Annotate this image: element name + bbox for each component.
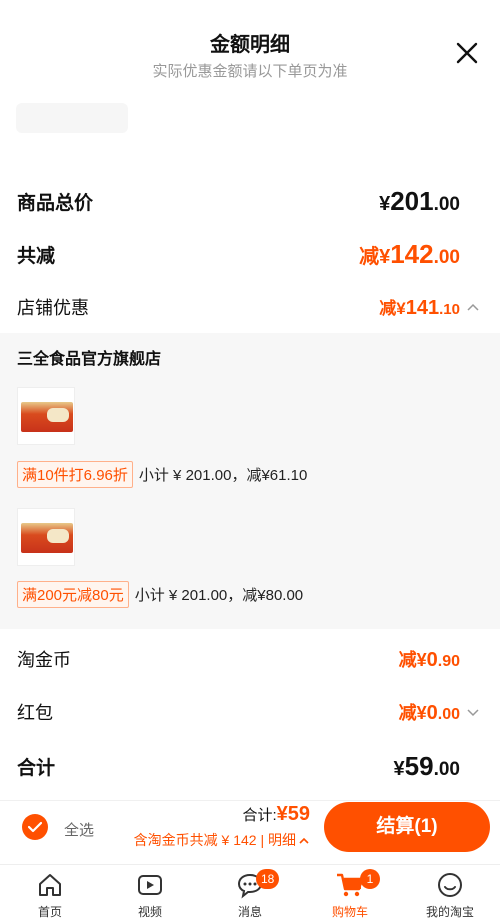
check-icon	[28, 821, 42, 833]
redpacket-value: 减¥0.00	[398, 702, 460, 724]
shop-discount-value: 减¥141.10	[379, 297, 460, 319]
tab-label: 购物车	[331, 905, 368, 919]
tab-video[interactable]: 视频	[100, 865, 200, 923]
message-badge: 18	[256, 869, 280, 889]
redpacket-label: 红包	[17, 703, 53, 723]
total-discount-row: 共减 减¥142.00	[0, 234, 500, 274]
goods-total-value: ¥201.00	[379, 185, 460, 216]
promo-line: 满10件打6.96折 小计 ¥ 201.00，减¥61.10	[17, 461, 307, 488]
bottom-tab-bar: 首页 视频 18 消息 1 购物车 我的淘宝	[0, 864, 500, 923]
goods-total-row: 商品总价 ¥201.00	[0, 181, 500, 221]
shop-name: 三全食品官方旗舰店	[17, 351, 162, 368]
tab-home[interactable]: 首页	[0, 865, 100, 923]
loading-placeholder	[16, 103, 128, 133]
sheet-title: 金额明细	[210, 34, 290, 56]
select-all-checkbox[interactable]	[22, 814, 48, 840]
tab-label: 首页	[37, 905, 62, 919]
home-icon	[39, 874, 61, 896]
select-all-label[interactable]: 全选	[64, 819, 94, 840]
tab-profile[interactable]: 我的淘宝	[400, 865, 500, 923]
shop-discount-label: 店铺优惠	[17, 298, 89, 318]
video-icon	[138, 875, 162, 895]
sum-row: 合计 ¥59.00	[0, 746, 500, 786]
product-image[interactable]	[17, 387, 75, 445]
tab-label: 我的淘宝	[425, 905, 474, 919]
chevron-up-icon	[299, 837, 309, 844]
coin-row: 淘金币 减¥0.90	[0, 639, 500, 679]
checkout-button[interactable]: 结算(1)	[324, 802, 490, 852]
promo-tag: 满10件打6.96折	[17, 461, 133, 488]
tab-messages[interactable]: 18 消息	[200, 865, 300, 923]
promo-line: 满200元减80元 小计 ¥ 201.00，减¥80.00	[17, 581, 303, 608]
profile-icon	[438, 873, 462, 897]
bottom-total: 合计:¥59 含淘金币共减 ¥ 142 | 明细	[134, 803, 310, 850]
promo-tag: 满200元减80元	[17, 581, 129, 608]
chevron-up-icon[interactable]	[466, 302, 480, 312]
total-discount-value: 减¥142.00	[359, 238, 460, 269]
product-image[interactable]	[17, 508, 75, 566]
chevron-down-icon[interactable]	[466, 707, 480, 717]
tab-label: 视频	[137, 905, 162, 919]
amount-detail-sheet: 金额明细 实际优惠金额请以下单页为准 商品总价 ¥201.00 共减 减¥142…	[0, 0, 500, 800]
detail-link[interactable]: 含淘金币共减 ¥ 142 | 明细	[134, 830, 310, 850]
tab-label: 消息	[237, 905, 262, 919]
bottom-total-value: ¥59	[276, 803, 310, 825]
sheet-subtitle: 实际优惠金额请以下单页为准	[152, 63, 348, 80]
sum-label: 合计	[17, 757, 56, 779]
total-discount-label: 共减	[17, 245, 56, 267]
sheet-header: 金额明细 实际优惠金额请以下单页为准	[0, 0, 500, 100]
promo-subtotal: 小计 ¥ 201.00，减¥61.10	[138, 467, 308, 484]
sum-value: ¥59.00	[393, 750, 460, 781]
close-icon[interactable]	[454, 40, 480, 66]
shop-discount-details: 三全食品官方旗舰店 满10件打6.96折 小计 ¥ 201.00，减¥61.10…	[0, 333, 500, 629]
tab-cart[interactable]: 1 购物车	[300, 865, 400, 923]
coin-label: 淘金币	[17, 650, 71, 670]
promo-subtotal: 小计 ¥ 201.00，减¥80.00	[134, 587, 304, 604]
coin-value: 减¥0.90	[398, 649, 460, 671]
bottom-total-label: 合计:	[242, 807, 277, 824]
redpacket-row[interactable]: 红包 减¥0.00	[0, 692, 500, 732]
cart-badge: 1	[360, 869, 380, 889]
goods-total-label: 商品总价	[17, 192, 94, 214]
shop-discount-row[interactable]: 店铺优惠 减¥141.10	[0, 287, 500, 327]
